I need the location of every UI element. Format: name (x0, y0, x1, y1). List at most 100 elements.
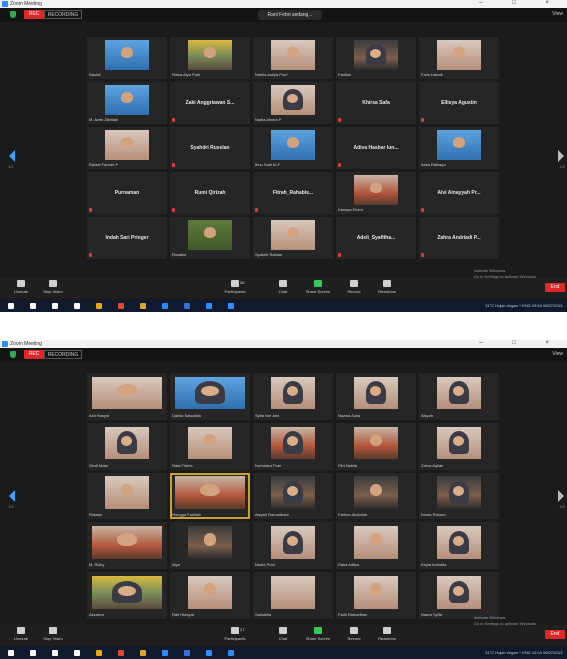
participant-tile[interactable]: M. Azmi Zikrillah (87, 82, 167, 124)
stop-video-button[interactable]: Stop Video (40, 280, 66, 294)
vlc-icon[interactable] (140, 303, 146, 309)
security-shield-icon[interactable] (10, 11, 16, 18)
share-screen-button[interactable]: Share Screen (305, 280, 331, 294)
participant-tile[interactable]: Rangga Fadillah (170, 472, 250, 520)
participant-tile[interactable]: Farhan Abdullah (336, 472, 416, 520)
participant-tile[interactable]: Rafael Farhan P (87, 127, 167, 169)
recording-status[interactable]: RECORDING (44, 10, 82, 19)
participant-tile[interactable]: Nabila Auliya Putri (253, 37, 333, 79)
participant-tile[interactable]: Rumi Qirizah (170, 172, 250, 214)
participant-tile[interactable]: Purnaman (87, 172, 167, 214)
edge-icon[interactable] (74, 303, 80, 309)
participant-tile[interactable]: Zaki Anggriawan S... (170, 82, 250, 124)
chrome-icon[interactable] (228, 303, 234, 309)
unmute-button[interactable]: Unmute (8, 280, 34, 294)
file-explorer-icon[interactable] (96, 650, 102, 656)
next-page-arrow-icon[interactable] (558, 150, 564, 162)
security-shield-icon[interactable] (10, 351, 16, 358)
vlc-icon[interactable] (140, 650, 146, 656)
participant-tile[interactable]: Rafi Hidayat (170, 572, 250, 619)
task-view-icon[interactable] (52, 303, 58, 309)
participant-tile[interactable]: Zahra Aqilah (419, 422, 499, 470)
participant-tile[interactable]: Nadia Almira P (253, 82, 333, 124)
participant-tile[interactable]: Aldi Rasyid (87, 373, 167, 420)
view-button[interactable]: View (552, 11, 563, 17)
participant-tile[interactable]: Naufal (87, 37, 167, 79)
participant-tile[interactable]: Nazwa Aulia (336, 373, 416, 420)
participant-tile[interactable]: Kanaya Elvira (336, 172, 416, 214)
participant-tile[interactable]: Zahra Andriadi P... (419, 217, 499, 259)
participant-tile[interactable]: Indah Sari Pringer (87, 217, 167, 259)
participant-tile[interactable]: Ibnu Said Al-F (253, 127, 333, 169)
start-icon[interactable] (8, 303, 14, 309)
participant-tile[interactable]: Raisa Alya Putri (170, 37, 250, 79)
participant-tile[interactable]: Azzahra (87, 572, 167, 619)
zoom-icon[interactable] (206, 650, 212, 656)
participant-tile[interactable]: Dinda Rahma (419, 472, 499, 520)
participants-button[interactable]: Participants 27 (222, 627, 248, 641)
participant-tile[interactable]: Raka Aditya (336, 522, 416, 570)
participant-tile[interactable]: Naura Syifa (419, 572, 499, 619)
reactions-button[interactable]: Reactions (374, 280, 400, 294)
chat-button[interactable]: Chat (270, 280, 296, 294)
chat-button[interactable]: Chat (270, 627, 296, 641)
stop-video-button[interactable]: Stop Video (40, 627, 66, 641)
participant-tile[interactable]: Rafa Fidela (170, 422, 250, 470)
task-view-icon[interactable] (52, 650, 58, 656)
mail-icon[interactable] (184, 303, 190, 309)
end-meeting-button[interactable]: End (545, 283, 565, 292)
reactions-button[interactable]: Reactions (374, 627, 400, 641)
participants-button[interactable]: Participants 26 (222, 280, 248, 294)
participant-tile[interactable]: Adiva Hasbar Iun... (336, 127, 416, 169)
chrome-icon[interactable] (228, 650, 234, 656)
participant-tile[interactable]: Aisyah (419, 373, 499, 420)
recording-status[interactable]: RECORDING (44, 350, 82, 359)
participant-tile[interactable]: Dahlia Salsabila (170, 373, 250, 420)
store-icon[interactable] (162, 650, 168, 656)
participant-tile[interactable]: Fitri Nabila (336, 422, 416, 470)
edge-icon[interactable] (74, 650, 80, 656)
participant-tile[interactable]: Ridwan (87, 472, 167, 520)
participant-tile[interactable]: Fadilah (336, 37, 416, 79)
end-meeting-button[interactable]: End (545, 630, 565, 639)
participant-tile[interactable]: Khirsa Safa (336, 82, 416, 124)
participant-tile[interactable]: Nurhaliza Putri (253, 422, 333, 470)
participant-tile[interactable]: Fitrah_Rahabis... (253, 172, 333, 214)
participant-tile[interactable]: Alvi Ainayyah Pr... (419, 172, 499, 214)
participant-tile[interactable]: Syahdri Ruselan (170, 127, 250, 169)
store-icon[interactable] (162, 303, 168, 309)
participant-tile[interactable]: M. Rizky (87, 522, 167, 570)
participant-tile[interactable]: Ellisya Agustin (419, 82, 499, 124)
participant-tile[interactable]: Keyla Anindita (419, 522, 499, 570)
search-icon[interactable] (30, 650, 36, 656)
window-controls[interactable]: – □ × (479, 0, 563, 6)
share-screen-button[interactable]: Share Screen (305, 627, 331, 641)
zoom-icon[interactable] (206, 303, 212, 309)
participant-tile[interactable]: Fadil Ramadhan (336, 572, 416, 619)
mail-icon[interactable] (184, 650, 190, 656)
participant-tile[interactable]: Syifa Nur Aini (253, 373, 333, 420)
record-button[interactable]: Record (341, 280, 367, 294)
next-page-arrow-icon[interactable] (558, 490, 564, 502)
start-icon[interactable] (8, 650, 14, 656)
file-explorer-icon[interactable] (96, 303, 102, 309)
participant-tile[interactable]: Faris Hanafi (419, 37, 499, 79)
participant-tile[interactable]: Syakhir Raihan (253, 217, 333, 259)
participant-tile[interactable]: Aisyah Ramadhani (253, 472, 333, 520)
participant-tile[interactable]: Nadia Putri (253, 522, 333, 570)
office-icon[interactable] (118, 650, 124, 656)
previous-page-arrow-icon[interactable] (9, 490, 15, 502)
participant-tile[interactable]: Sindi Mala (87, 422, 167, 470)
unmute-button[interactable]: Unmute (8, 627, 34, 641)
office-icon[interactable] (118, 303, 124, 309)
record-button[interactable]: Record (341, 627, 367, 641)
participant-tile[interactable]: Alya (170, 522, 250, 570)
participant-tile[interactable]: Adeli_Syafitha... (336, 217, 416, 259)
participant-tile[interactable]: Azka Rafasya (419, 127, 499, 169)
view-button[interactable]: View (552, 351, 563, 357)
participant-tile[interactable]: Rosallul (170, 217, 250, 259)
search-icon[interactable] (30, 303, 36, 309)
window-controls[interactable]: – □ × (479, 340, 563, 346)
participant-tile[interactable]: Salsabila (253, 572, 333, 619)
previous-page-arrow-icon[interactable] (9, 150, 15, 162)
